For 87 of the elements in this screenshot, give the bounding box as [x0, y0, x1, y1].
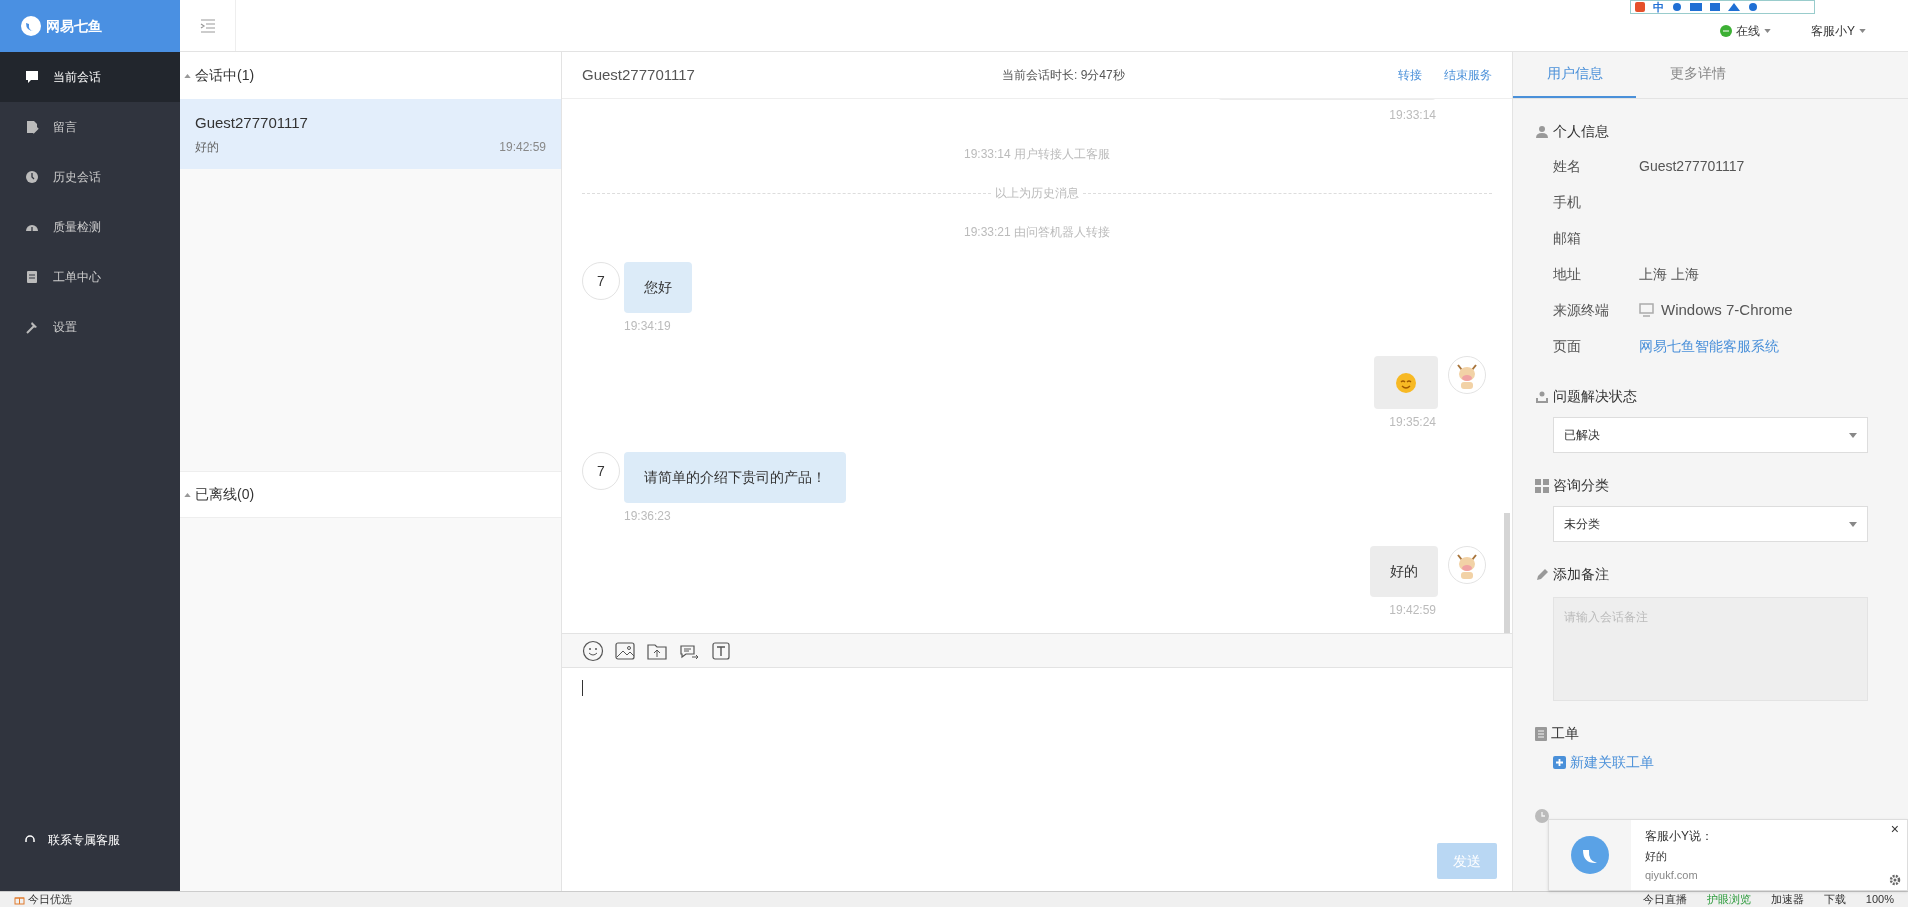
caret-icon [1764, 28, 1771, 33]
field-label: 地址 [1553, 264, 1582, 284]
message-time: 19:36:23 [624, 508, 672, 525]
field-value: 上海 上海 [1639, 264, 1699, 284]
system-message: 19:33:21 由问答机器人转接 [963, 224, 1110, 241]
header-link[interactable]: 结束服务 [1444, 66, 1492, 84]
agent-menu[interactable]: 客服小Y [1811, 21, 1866, 40]
message-time: 19:42:59 [1389, 602, 1436, 619]
chat-title: Guest277701117 [582, 64, 696, 85]
contact-support-link[interactable]: 联系专属客服 [0, 815, 180, 865]
session-time: 19:42:59 [499, 139, 546, 157]
notification-title: 客服小Y说： [1645, 827, 1713, 845]
status-item[interactable]: 今日直播 [1642, 894, 1687, 905]
input-method-icon[interactable] [1635, 2, 1645, 12]
bird-logo-icon [1571, 836, 1609, 874]
close-button[interactable]: × [1890, 822, 1899, 836]
person-icon [1535, 124, 1549, 139]
system-message: 19:33:14 用户转接人工客服 [963, 146, 1110, 163]
chat-bubble-icon [1720, 24, 1732, 37]
hammer-icon [25, 320, 39, 334]
sidebar-item[interactable]: 当前会话 [0, 52, 180, 102]
sidebar-item[interactable]: 留言 [0, 102, 180, 152]
person-tray-icon [1535, 389, 1549, 404]
avatar-icon [1448, 546, 1486, 584]
group-title: 已离线(0) [195, 485, 255, 504]
session-duration: 当前会话时长: 9分47秒 [1002, 67, 1125, 84]
settings-icon[interactable] [1889, 874, 1901, 886]
message-bubble: 请简单的介绍下贵司的产品！ [624, 452, 846, 503]
field-value: Guest277701117 [1639, 156, 1745, 176]
notification-site: qiyukf.com [1645, 868, 1698, 883]
field-label: 页面 [1553, 336, 1582, 356]
document-icon [25, 270, 39, 284]
collapse-caret-icon[interactable] [184, 73, 191, 78]
avatar-icon [1448, 356, 1486, 394]
toolbar-glyph[interactable]: 中 [1653, 1, 1664, 13]
status-item[interactable]: 100% [1865, 894, 1894, 905]
section-title: 个人信息 [1553, 122, 1609, 141]
status-item[interactable]: 今日优选 [28, 894, 72, 905]
dropdown[interactable]: 未分类 [1553, 506, 1868, 542]
grid-icon [1535, 478, 1549, 493]
section-title: 添加备注 [1553, 565, 1609, 584]
session-item[interactable]: Guest277701117 好的 19:42:59 [180, 99, 561, 169]
caret-icon [1849, 521, 1857, 527]
sidebar-item[interactable]: 质量检测 [0, 202, 180, 252]
note-icon [25, 120, 39, 134]
plus-icon [1553, 756, 1566, 769]
session-preview: 好的 [195, 139, 219, 157]
field-label: 手机 [1553, 192, 1582, 212]
online-status[interactable]: 在线 [1720, 21, 1771, 40]
session-name: Guest277701117 [195, 112, 309, 133]
field-label: 邮箱 [1553, 228, 1582, 248]
text-format-icon[interactable] [710, 639, 732, 662]
section-title: 咨询分类 [1553, 476, 1609, 495]
field-label: 姓名 [1553, 156, 1582, 176]
emoji-icon[interactable] [582, 639, 604, 662]
clock-icon [25, 170, 39, 184]
message-time: 19:34:19 [624, 318, 672, 335]
status-item[interactable]: 加速器 [1770, 894, 1804, 905]
chat-icon [25, 70, 39, 84]
status-item[interactable]: 下载 [1823, 894, 1846, 905]
pencil-icon [1535, 567, 1549, 582]
scrollbar[interactable] [1504, 513, 1510, 633]
message-time: 19:33:14 [1389, 107, 1436, 124]
dropdown[interactable]: 已解决 [1553, 417, 1868, 453]
monitor-icon [1639, 303, 1654, 317]
field-label: 来源终端 [1553, 300, 1610, 320]
sidebar-item[interactable]: 历史会话 [0, 152, 180, 202]
section-title: 问题解决状态 [1553, 387, 1637, 406]
document-icon [1535, 726, 1547, 741]
caret-icon [1859, 28, 1866, 33]
smiley-icon [1395, 371, 1417, 394]
caret-icon [1849, 432, 1857, 438]
notification-text: 好的 [1645, 848, 1667, 864]
sidebar-item[interactable]: 设置 [0, 302, 180, 352]
field-value: Windows 7-Chrome [1661, 299, 1793, 320]
logo-icon [20, 15, 42, 37]
message-time: 19:35:24 [1389, 414, 1436, 431]
logo-text: 网易七鱼 [46, 16, 102, 36]
image-icon[interactable] [614, 639, 636, 662]
sidebar-item[interactable]: 工单中心 [0, 252, 180, 302]
group-title: 会话中(1) [195, 66, 255, 85]
header-link[interactable]: 转接 [1398, 66, 1422, 84]
message-bubble: 您好 [624, 262, 692, 313]
section-title: 工单 [1551, 724, 1579, 743]
message-bubble: 好的 [1370, 546, 1438, 597]
gift-icon [14, 894, 25, 905]
collapse-caret-icon[interactable] [184, 492, 191, 497]
